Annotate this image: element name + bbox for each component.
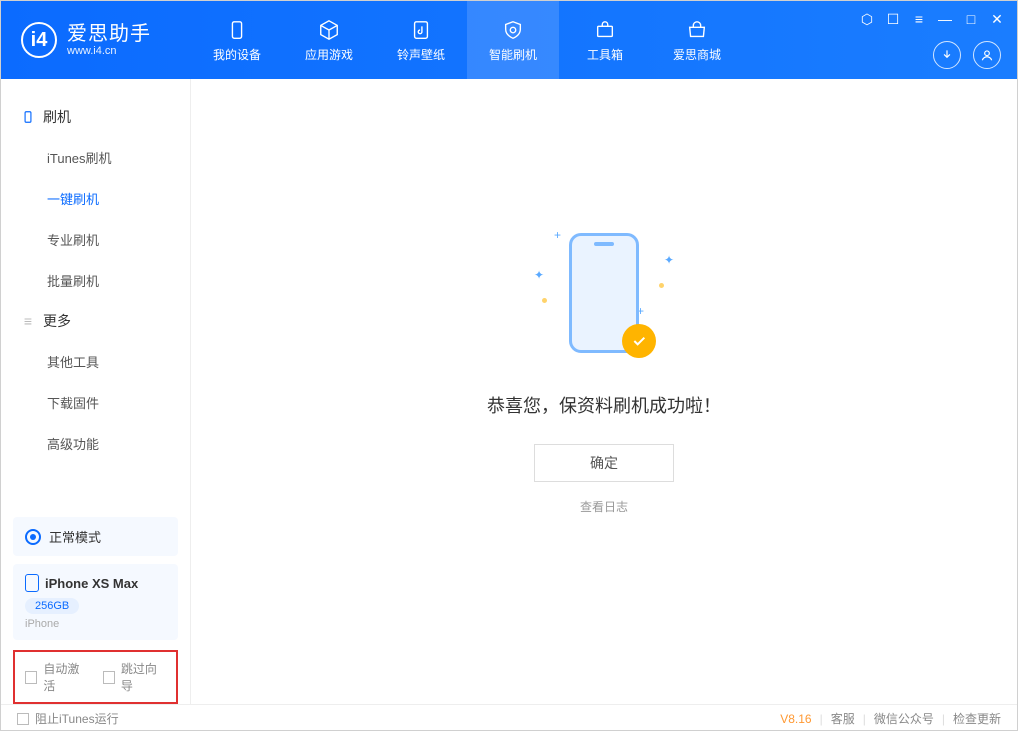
dot-icon (659, 283, 664, 288)
sidebar-item-download-firmware[interactable]: 下载固件 (1, 382, 190, 423)
app-name-cn: 爱思助手 (67, 23, 151, 45)
device-mode-box[interactable]: 正常模式 (13, 517, 178, 556)
sidebar-section-more: ≡ 更多 (1, 301, 190, 341)
sparkle-icon: ✦ (664, 253, 674, 267)
sidebar-item-pro-flash[interactable]: 专业刷机 (1, 219, 190, 260)
titlebar-controls: ⬡ ☐ ≡ — □ ✕ (859, 11, 1005, 27)
logo-text: 爱思助手 www.i4.cn (67, 23, 151, 57)
nav-label: 爱思商城 (673, 46, 721, 63)
nav-store[interactable]: 爱思商城 (651, 1, 743, 79)
device-name-row: iPhone XS Max (25, 574, 166, 592)
nav-apps-games[interactable]: 应用游戏 (283, 1, 375, 79)
ok-button[interactable]: 确定 (534, 444, 674, 482)
section-title-label: 更多 (43, 311, 71, 331)
checkbox-label: 阻止iTunes运行 (35, 710, 119, 727)
main-content: ✦ ✦ + + 恭喜您，保资料刷机成功啦！ 确定 查看日志 (191, 79, 1017, 704)
store-icon (685, 18, 709, 42)
lock-icon[interactable]: ☐ (885, 11, 901, 27)
app-header: i4 爱思助手 www.i4.cn 我的设备 应用游戏 铃声壁纸 智能刷机 工具… (1, 1, 1017, 79)
sidebar-item-advanced[interactable]: 高级功能 (1, 423, 190, 464)
checkbox-skip-guide[interactable]: 跳过向导 (103, 660, 167, 694)
footer-link-support[interactable]: 客服 (831, 710, 855, 727)
nav-ringtones-wallpapers[interactable]: 铃声壁纸 (375, 1, 467, 79)
success-message: 恭喜您，保资料刷机成功啦！ (487, 392, 721, 418)
sparkle-icon: ✦ (534, 268, 544, 282)
sidebar-bottom: 正常模式 iPhone XS Max 256GB iPhone 自动激活 跳过向… (1, 517, 190, 704)
footer-link-wechat[interactable]: 微信公众号 (874, 710, 934, 727)
nav-label: 我的设备 (213, 46, 261, 63)
toolbox-icon (593, 18, 617, 42)
dot-icon (542, 298, 547, 303)
user-icon[interactable] (973, 41, 1001, 69)
sidebar-item-oneclick-flash[interactable]: 一键刷机 (1, 178, 190, 219)
success-illustration: ✦ ✦ + + (534, 228, 674, 368)
separator: | (863, 712, 866, 726)
checkbox-label: 跳过向导 (121, 660, 166, 694)
app-body: 刷机 iTunes刷机 一键刷机 专业刷机 批量刷机 ≡ 更多 其他工具 下载固… (1, 79, 1017, 704)
nav-label: 工具箱 (587, 46, 623, 63)
nav-label: 应用游戏 (305, 46, 353, 63)
header-right-actions (933, 41, 1001, 69)
device-capacity: 256GB (25, 598, 79, 614)
sidebar-section-flash: 刷机 (1, 97, 190, 137)
checkbox-icon (103, 671, 115, 684)
device-info-box[interactable]: iPhone XS Max 256GB iPhone (13, 564, 178, 640)
device-name: iPhone XS Max (45, 576, 138, 591)
music-file-icon (409, 18, 433, 42)
download-icon[interactable] (933, 41, 961, 69)
status-bar: 阻止iTunes运行 V8.16 | 客服 | 微信公众号 | 检查更新 (1, 704, 1017, 732)
sidebar: 刷机 iTunes刷机 一键刷机 专业刷机 批量刷机 ≡ 更多 其他工具 下载固… (1, 79, 191, 704)
version-label: V8.16 (780, 712, 811, 726)
logo-area: i4 爱思助手 www.i4.cn (1, 22, 191, 58)
checkbox-auto-activate[interactable]: 自动激活 (25, 660, 89, 694)
nav-toolbox[interactable]: 工具箱 (559, 1, 651, 79)
device-icon (225, 18, 249, 42)
checkbox-icon (25, 671, 37, 684)
section-title-label: 刷机 (43, 107, 71, 127)
phone-icon (21, 110, 35, 124)
checkbox-stop-itunes[interactable]: 阻止iTunes运行 (17, 710, 119, 727)
view-log-link[interactable]: 查看日志 (580, 498, 628, 515)
logo-icon: i4 (21, 22, 57, 58)
device-phone-icon (25, 574, 39, 592)
tshirt-icon[interactable]: ⬡ (859, 11, 875, 27)
sidebar-item-other-tools[interactable]: 其他工具 (1, 341, 190, 382)
separator: | (942, 712, 945, 726)
separator: | (820, 712, 823, 726)
nav-label: 铃声壁纸 (397, 46, 445, 63)
shield-refresh-icon (501, 18, 525, 42)
app-name-en: www.i4.cn (67, 45, 151, 57)
list-icon: ≡ (21, 314, 35, 328)
top-nav: 我的设备 应用游戏 铃声壁纸 智能刷机 工具箱 爱思商城 (191, 1, 743, 79)
check-badge-icon (622, 324, 656, 358)
sidebar-item-itunes-flash[interactable]: iTunes刷机 (1, 137, 190, 178)
minimize-icon[interactable]: — (937, 11, 953, 27)
device-type: iPhone (25, 618, 166, 630)
maximize-icon[interactable]: □ (963, 11, 979, 27)
footer-link-update[interactable]: 检查更新 (953, 710, 1001, 727)
checkbox-label: 自动激活 (43, 660, 88, 694)
close-icon[interactable]: ✕ (989, 11, 1005, 27)
nav-label: 智能刷机 (489, 46, 537, 63)
nav-my-device[interactable]: 我的设备 (191, 1, 283, 79)
menu-icon[interactable]: ≡ (911, 11, 927, 27)
footer-right: V8.16 | 客服 | 微信公众号 | 检查更新 (780, 710, 1001, 727)
nav-smart-flash[interactable]: 智能刷机 (467, 1, 559, 79)
cube-icon (317, 18, 341, 42)
checkbox-icon (17, 713, 29, 725)
mode-dot-icon (25, 529, 41, 545)
sparkle-icon: + (554, 228, 561, 242)
mode-label: 正常模式 (49, 527, 101, 546)
flash-options-box: 自动激活 跳过向导 (13, 650, 178, 704)
sidebar-item-batch-flash[interactable]: 批量刷机 (1, 260, 190, 301)
